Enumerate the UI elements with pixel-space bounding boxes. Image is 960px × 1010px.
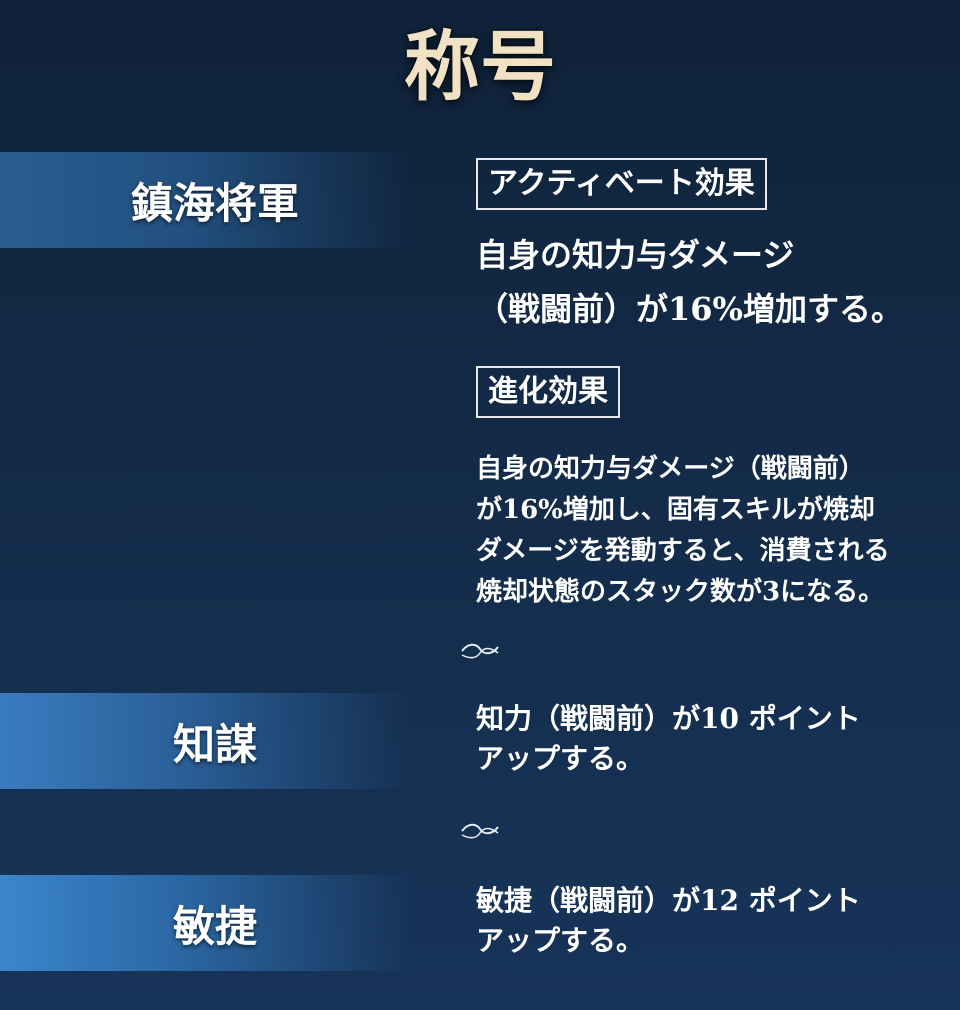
text-line: アップする。: [476, 924, 645, 957]
chibou-effect-text: 知力（戦闘前）が10 ポイント アップする。: [476, 699, 946, 779]
title-banner-chinkai-shogun: 鎮海将軍: [0, 152, 410, 248]
evolve-effect-label: 進化効果: [476, 366, 620, 418]
page-title: 称号: [404, 22, 556, 111]
text-line: 知力（戦闘前）が10 ポイント: [476, 702, 861, 735]
active-effect-text: 自身の知力与ダメージ （戦闘前）が16%増加する。: [476, 228, 946, 336]
title-banner-binsho: 敏捷: [0, 875, 410, 971]
text-line: アップする。: [476, 742, 645, 775]
title-name: 敏捷: [172, 901, 257, 951]
text-line: 自身の知力与ダメージ: [476, 236, 795, 274]
ornament-divider: [20, 821, 940, 841]
text-line: 敏捷（戦闘前）が12 ポイント: [476, 884, 861, 917]
title-name: 鎮海将軍: [130, 178, 299, 228]
evolve-effect-text: 自身の知力与ダメージ（戦闘前） が16%増加し、固有スキルが焼却 ダメージを発動…: [476, 449, 946, 613]
ornament-divider: [20, 641, 940, 661]
text-line: ダメージを発動すると、消費される: [476, 536, 890, 566]
ornament-divider-icon: [20, 643, 940, 659]
title-banner-chibou: 知謀: [0, 693, 410, 789]
ornament-divider-icon: [20, 823, 940, 839]
active-effect-label: アクティベート効果: [476, 158, 767, 210]
text-line: （戦闘前）が16%増加する。: [476, 290, 903, 328]
text-line: 自身の知力与ダメージ（戦闘前）: [476, 454, 865, 484]
title-name: 知謀: [172, 719, 257, 769]
text-line: 焼却状態のスタック数が3になる。: [476, 577, 885, 607]
text-line: が16%増加し、固有スキルが焼却: [476, 495, 875, 525]
binsho-effect-text: 敏捷（戦闘前）が12 ポイント アップする。: [476, 881, 946, 961]
